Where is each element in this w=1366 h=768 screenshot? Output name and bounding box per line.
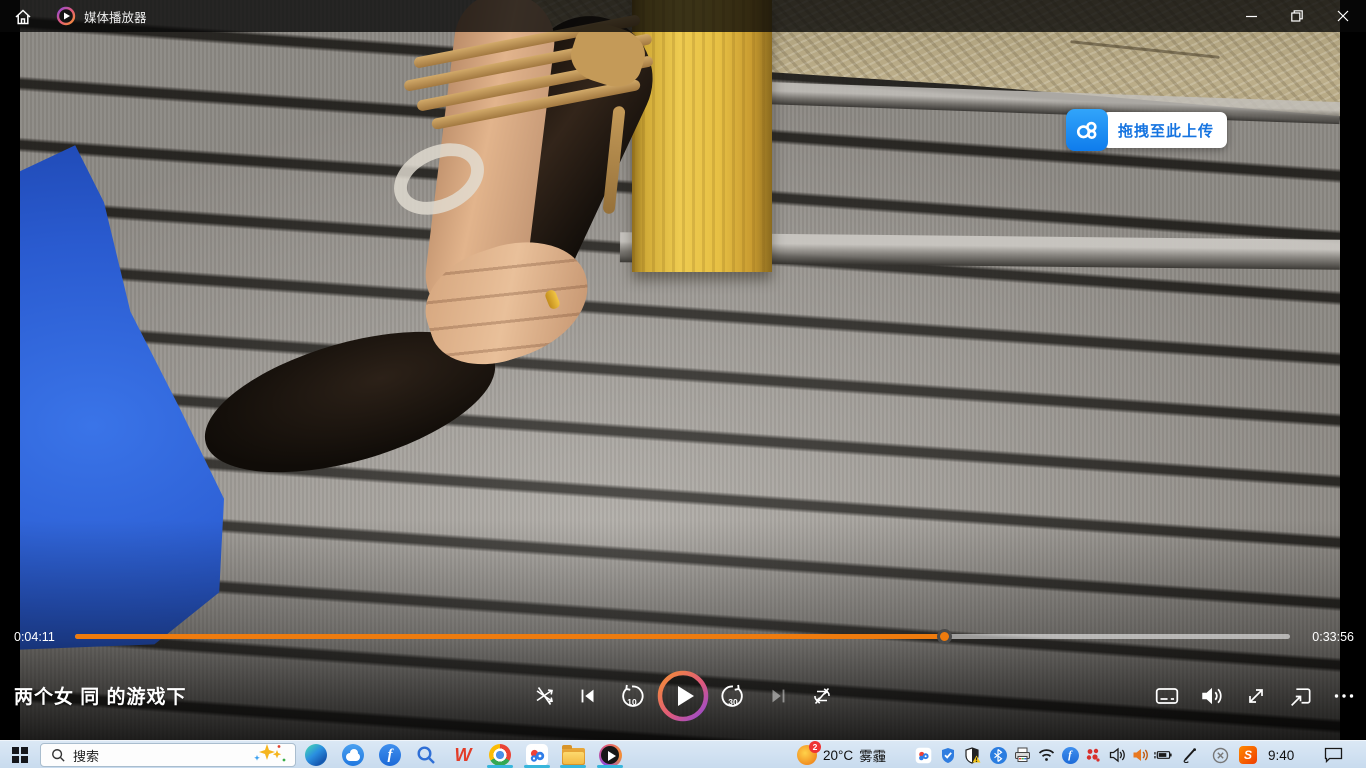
- tray-volume-orange[interactable]: [1131, 746, 1149, 764]
- fullscreen-button[interactable]: [1242, 682, 1270, 710]
- subtitles-button[interactable]: [1153, 682, 1181, 710]
- cast-button[interactable]: [1286, 682, 1314, 710]
- volume-button[interactable]: [1198, 682, 1226, 710]
- search-icon: [51, 748, 65, 762]
- media-player-icon: [599, 744, 622, 767]
- baidu-netdisk-icon: [1066, 109, 1108, 151]
- seek-bar[interactable]: [75, 634, 1290, 639]
- weather-alert-badge: 2: [809, 741, 821, 753]
- video-player-window: 拖拽至此上传 0:04:11 0:33:56 两个女 同 的游戏下: [0, 0, 1366, 740]
- circle-x-icon: [1212, 747, 1229, 764]
- pen-icon: [1182, 747, 1198, 763]
- battery-plug-icon: [1154, 748, 1172, 762]
- tray-flash[interactable]: f: [1061, 746, 1079, 764]
- media-player-app-icon: [56, 6, 76, 26]
- weather-temperature: 20°C: [823, 748, 853, 763]
- notification-center-button[interactable]: [1324, 746, 1343, 768]
- rewind-amount: 10: [618, 697, 646, 707]
- current-time: 0:04:11: [14, 630, 55, 644]
- screen: 拖拽至此上传 0:04:11 0:33:56 两个女 同 的游戏下: [0, 0, 1366, 768]
- tray-security-shield[interactable]: [939, 746, 957, 764]
- more-options-button[interactable]: [1330, 682, 1358, 710]
- previous-button[interactable]: [574, 682, 602, 710]
- wooden-post: [632, 0, 772, 272]
- taskbar: 搜索 f W: [0, 740, 1366, 768]
- bluetooth-icon: [990, 747, 1007, 764]
- weather-condition: 雾霾: [859, 745, 886, 765]
- flash-icon: f: [379, 744, 401, 766]
- search-input[interactable]: 搜索: [40, 743, 296, 767]
- shuffle-off-button[interactable]: [531, 682, 559, 710]
- tray-baidu-netdisk[interactable]: [914, 746, 932, 764]
- notification-icon: [1324, 746, 1343, 763]
- search-placeholder: 搜索: [73, 746, 99, 765]
- taskbar-clock[interactable]: 9:40: [1268, 741, 1294, 768]
- close-button[interactable]: [1320, 0, 1366, 32]
- tray-battery[interactable]: [1154, 746, 1172, 764]
- sogou-icon: S: [1239, 746, 1257, 764]
- printer-icon: [1014, 747, 1031, 763]
- window-title: 媒体播放器: [84, 0, 147, 32]
- repeat-off-button[interactable]: [808, 682, 836, 710]
- taskbar-app-search-tool[interactable]: [413, 742, 439, 768]
- tray-printer[interactable]: [1013, 746, 1031, 764]
- taskbar-app-cloud-browser[interactable]: [340, 742, 366, 768]
- start-button[interactable]: [0, 741, 40, 768]
- next-button[interactable]: [764, 682, 792, 710]
- flash-icon: f: [1062, 747, 1079, 764]
- blue-shield-icon: [940, 747, 956, 764]
- tray-disabled-sync[interactable]: [1211, 746, 1229, 764]
- speaker-outline-icon: [1109, 747, 1126, 763]
- play-button[interactable]: [657, 670, 709, 722]
- file-explorer-icon: [562, 748, 585, 765]
- tray-bluetooth[interactable]: [989, 746, 1007, 764]
- progress-played: [75, 634, 945, 639]
- tray-pen[interactable]: [1181, 746, 1199, 764]
- speaker-orange-icon: [1132, 747, 1149, 763]
- titlebar: 媒体播放器: [0, 0, 1366, 32]
- shield-warning-icon: [964, 747, 981, 764]
- baidu-netdisk-icon: [915, 747, 932, 764]
- upload-drop-badge[interactable]: 拖拽至此上传: [1066, 109, 1227, 151]
- forward-amount: 30: [719, 697, 747, 707]
- windows-logo-icon: [12, 747, 28, 763]
- cloud-app-icon: [342, 744, 364, 766]
- taskbar-app-flash[interactable]: f: [377, 742, 403, 768]
- baidu-netdisk-icon: [525, 743, 549, 767]
- copilot-sparkle-icon: [253, 743, 287, 768]
- home-icon[interactable]: [13, 7, 33, 27]
- progress-handle[interactable]: [937, 629, 952, 644]
- taskbar-app-wps[interactable]: W: [450, 742, 476, 768]
- tray-defender-alert[interactable]: [963, 746, 981, 764]
- chrome-icon: [489, 744, 511, 766]
- video-title-overlay: 两个女 同 的游戏下: [14, 682, 187, 709]
- restore-button[interactable]: [1274, 0, 1320, 32]
- rewind-10-button[interactable]: 10: [618, 682, 646, 710]
- weather-widget[interactable]: 2 20°C 雾霾: [797, 741, 886, 768]
- forward-30-button[interactable]: 30: [719, 682, 747, 710]
- edge-icon: [305, 744, 327, 766]
- tray-volume-quiet[interactable]: [1108, 746, 1126, 764]
- minimize-button[interactable]: [1228, 0, 1274, 32]
- taskbar-app-edge[interactable]: [303, 742, 329, 768]
- weather-sun-icon: 2: [797, 745, 817, 765]
- total-time: 0:33:56: [1312, 630, 1354, 644]
- upload-badge-label: 拖拽至此上传: [1102, 112, 1227, 148]
- red-cluster-icon: [1085, 747, 1101, 763]
- wifi-icon: [1038, 748, 1055, 762]
- tray-wifi[interactable]: [1037, 746, 1055, 764]
- magnifier-icon: [416, 745, 436, 765]
- tray-red-app[interactable]: [1084, 746, 1102, 764]
- tray-sogou-input[interactable]: S: [1239, 746, 1257, 764]
- wps-icon: W: [455, 745, 472, 766]
